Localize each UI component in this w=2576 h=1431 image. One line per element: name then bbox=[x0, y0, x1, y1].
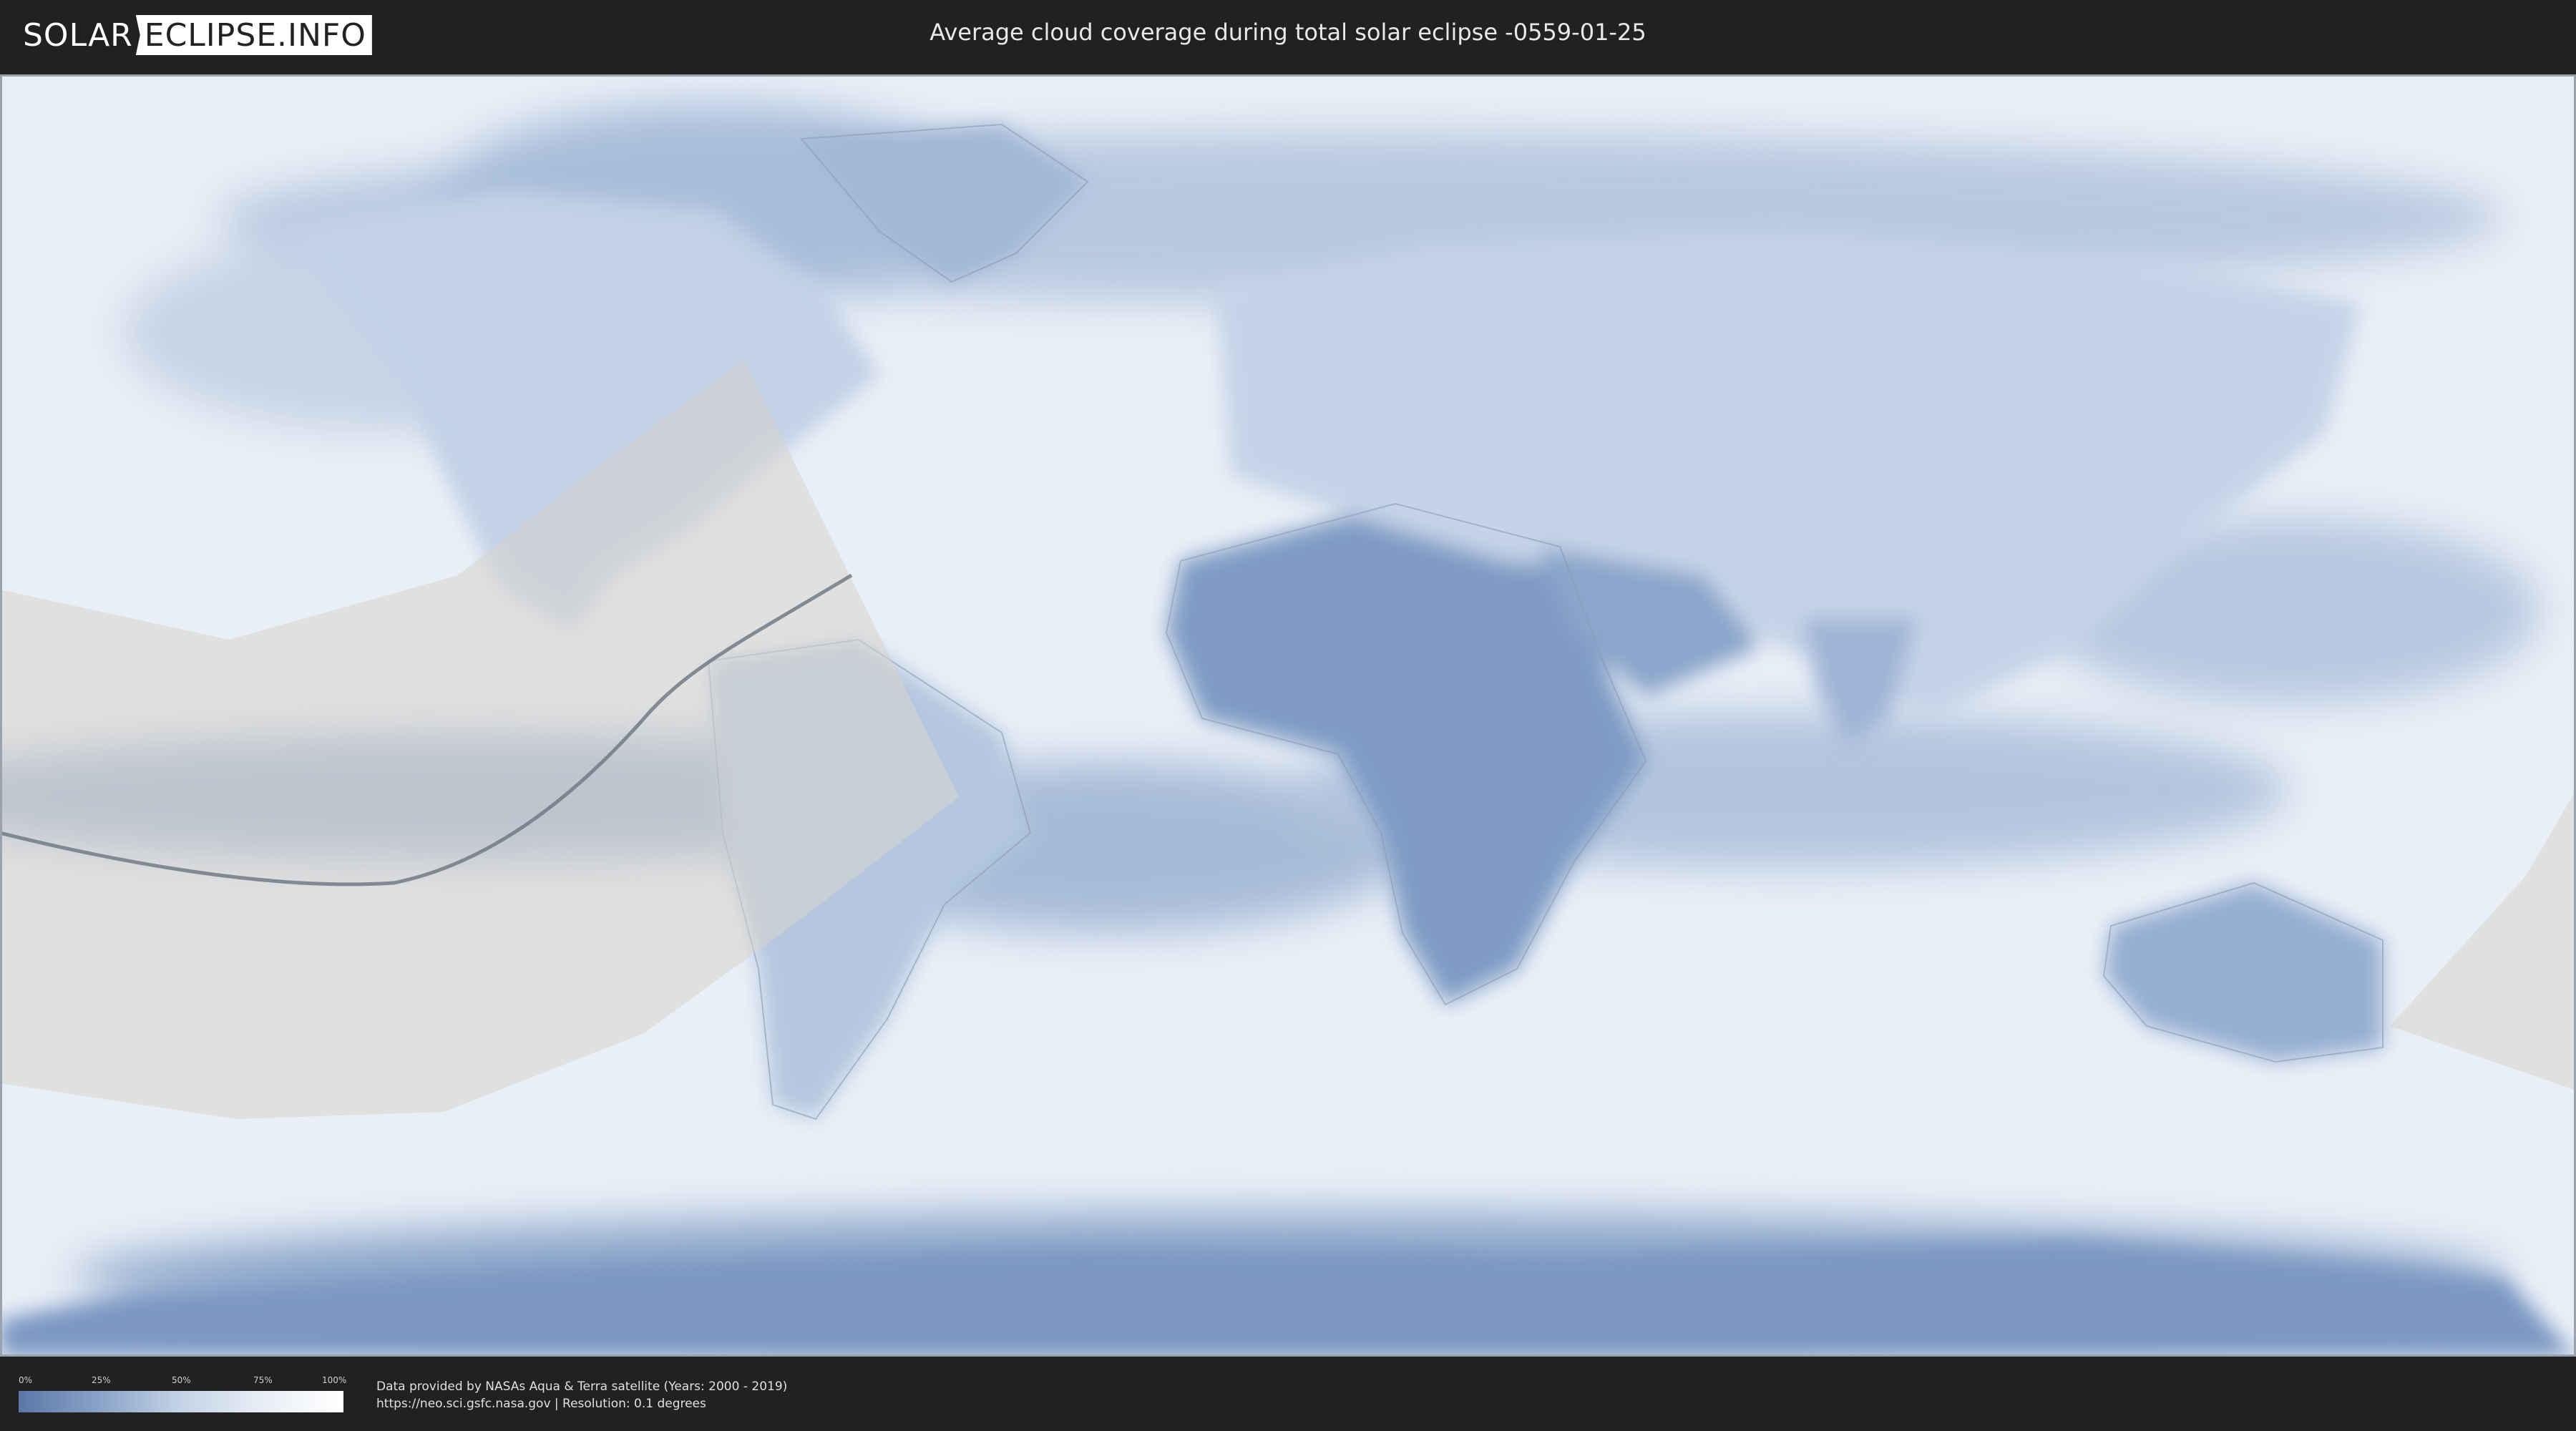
data-source-link[interactable]: https://neo.sci.gsfc.nasa.gov | Resoluti… bbox=[376, 1397, 706, 1411]
legend-color-scale bbox=[19, 1391, 343, 1412]
legend-label-100: 100% bbox=[322, 1375, 347, 1385]
legend-label-25: 25% bbox=[92, 1375, 111, 1385]
header-bar: SOLAR ECLIPSE.INFO Average cloud coverag… bbox=[0, 0, 2576, 73]
legend-label-50: 50% bbox=[172, 1375, 191, 1385]
legend-label-0: 0% bbox=[19, 1375, 33, 1385]
legend-label-75: 75% bbox=[253, 1375, 273, 1385]
page-title: Average cloud coverage during total sola… bbox=[930, 19, 1646, 46]
legend-scale-labels: 0% 25% 50% 75% 100% bbox=[19, 1375, 347, 1387]
data-credit: Data provided by NASAs Aqua & Terra sate… bbox=[376, 1379, 788, 1394]
cloud-coverage-map bbox=[0, 74, 2576, 1357]
footer-bar: 0% 25% 50% 75% 100% Data provided by NAS… bbox=[0, 1358, 2576, 1431]
